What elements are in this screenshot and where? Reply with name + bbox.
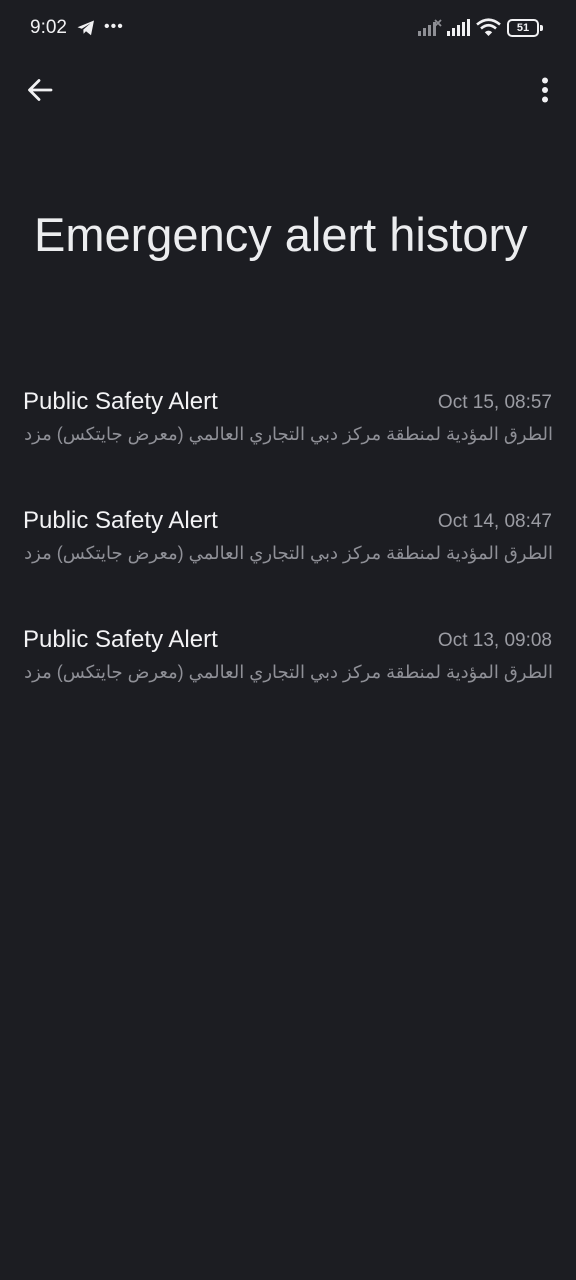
arrow-left-icon xyxy=(28,79,53,101)
back-button[interactable] xyxy=(18,70,62,110)
alert-title: Public Safety Alert xyxy=(23,507,218,534)
signal-icon xyxy=(447,19,470,36)
battery-tip xyxy=(540,25,543,31)
alert-title: Public Safety Alert xyxy=(23,388,218,415)
screen: 9:02 ••• 51 Emergency alert history Publ… xyxy=(0,0,576,1280)
alert-item[interactable]: Public Safety Alert Oct 14, 08:47 الطرق … xyxy=(0,507,576,617)
alert-title: Public Safety Alert xyxy=(23,626,218,653)
alert-item[interactable]: Public Safety Alert Oct 15, 08:57 الطرق … xyxy=(0,388,576,498)
battery-icon: 51 xyxy=(507,19,543,37)
more-options-button[interactable] xyxy=(525,70,565,110)
telegram-icon xyxy=(77,20,94,36)
signal-no-service-icon xyxy=(418,19,442,36)
wifi-icon xyxy=(476,18,501,36)
battery-level: 51 xyxy=(507,19,539,37)
status-time: 9:02 xyxy=(30,17,67,38)
page-title: Emergency alert history xyxy=(34,208,528,261)
alert-body: الطرق المؤدية لمنطقة مركز دبي التجاري ال… xyxy=(23,424,553,444)
more-notifications-icon: ••• xyxy=(104,18,124,35)
alert-time: Oct 15, 08:57 xyxy=(437,392,552,413)
alert-body: الطرق المؤدية لمنطقة مركز دبي التجاري ال… xyxy=(23,543,553,563)
status-bar: 9:02 ••• 51 xyxy=(0,0,576,58)
more-vertical-icon xyxy=(542,77,548,103)
alert-item[interactable]: Public Safety Alert Oct 13, 09:08 الطرق … xyxy=(0,626,576,736)
alert-time: Oct 14, 08:47 xyxy=(437,511,552,532)
alert-time: Oct 13, 09:08 xyxy=(437,630,552,651)
alert-body: الطرق المؤدية لمنطقة مركز دبي التجاري ال… xyxy=(23,662,553,682)
